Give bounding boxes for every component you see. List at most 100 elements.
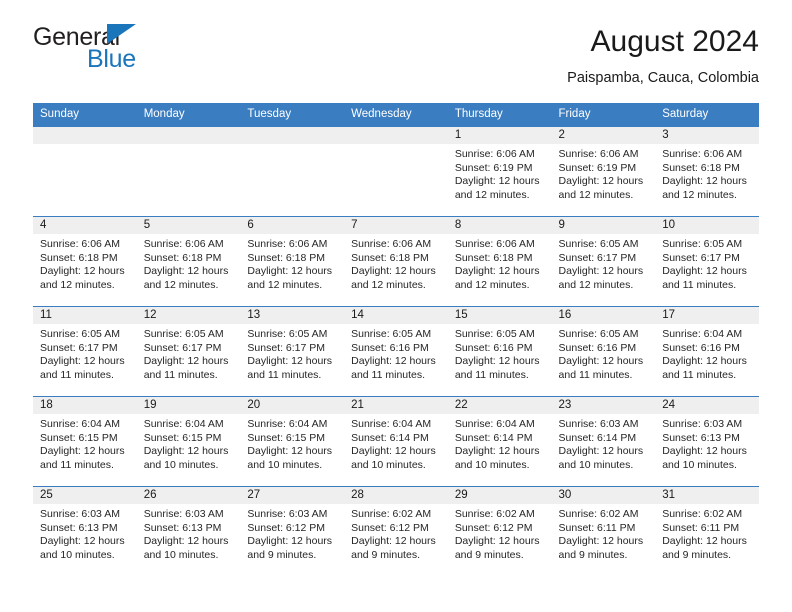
day-details: Sunrise: 6:06 AM Sunset: 6:18 PM Daylight:… (240, 234, 344, 292)
daylight-duration-line2: and 12 minutes. (558, 278, 634, 291)
daylight-duration-line2: and 9 minutes. (662, 548, 732, 561)
page-header: General Blue August 2024 Paispamba, Cauc… (33, 0, 759, 103)
day-details: Sunrise: 6:04 AM Sunset: 6:15 PM Daylight:… (240, 414, 344, 472)
day-number: 30 (551, 487, 656, 504)
sunrise-time: Sunrise: 6:02 AM (351, 508, 432, 520)
daylight-duration-line2: and 12 minutes. (558, 188, 634, 201)
daylight-duration-line1: Daylight: 12 hours (40, 265, 125, 278)
day-number: 24 (655, 397, 759, 414)
calendar-day-cell[interactable]: 28 Sunrise: 6:02 AM Sunset: 6:12 PM Dayligh… (344, 486, 448, 577)
daylight-duration-line2: and 11 minutes. (558, 368, 633, 381)
daylight-duration-line1: Daylight: 12 hours (351, 265, 436, 278)
daylight-duration-line2: and 11 minutes. (143, 368, 218, 381)
sunrise-time: Sunrise: 6:06 AM (351, 238, 432, 250)
calendar-day-cell[interactable]: 22 Sunrise: 6:04 AM Sunset: 6:14 PM Dayligh… (447, 396, 552, 487)
sunrise-time: Sunrise: 6:06 AM (558, 148, 639, 160)
sunset-time: Sunset: 6:16 PM (558, 341, 637, 354)
day-details: Sunrise: 6:05 AM Sunset: 6:17 PM Daylight:… (552, 234, 656, 292)
sunrise-time: Sunrise: 6:04 AM (351, 418, 432, 430)
calendar-day-cell[interactable]: 5 Sunrise: 6:06 AM Sunset: 6:18 PM Daylight… (136, 216, 241, 307)
sunrise-time: Sunrise: 6:03 AM (558, 418, 639, 430)
daylight-duration-line1: Daylight: 12 hours (558, 535, 644, 548)
daylight-duration-line2: and 10 minutes. (351, 458, 426, 471)
calendar-day-cell[interactable]: 2 Sunrise: 6:06 AM Sunset: 6:19 PM Daylight… (551, 126, 656, 217)
calendar-day-cell[interactable]: 9 Sunrise: 6:05 AM Sunset: 6:17 PM Daylight… (551, 216, 656, 307)
day-number: 3 (655, 127, 759, 144)
calendar-week-row: 1 Sunrise: 6:06 AM Sunset: 6:19 PM Daylight… (33, 126, 759, 217)
calendar-day-cell[interactable]: 13 Sunrise: 6:05 AM Sunset: 6:17 PM Dayligh… (240, 306, 345, 397)
day-number: 18 (33, 397, 137, 414)
daylight-duration-line2: and 12 minutes. (247, 278, 323, 291)
calendar-day-cell[interactable]: 6 Sunrise: 6:06 AM Sunset: 6:18 PM Daylight… (240, 216, 345, 307)
sunrise-time: Sunrise: 6:05 AM (558, 328, 639, 340)
sunset-time: Sunset: 6:18 PM (662, 161, 740, 174)
calendar-day-cell[interactable]: 8 Sunrise: 6:06 AM Sunset: 6:18 PM Daylight… (447, 216, 552, 307)
calendar-day-cell[interactable]: 15 Sunrise: 6:05 AM Sunset: 6:16 PM Dayligh… (447, 306, 552, 397)
calendar-day-cell[interactable]: 18 Sunrise: 6:04 AM Sunset: 6:15 PM Dayligh… (33, 396, 137, 487)
logo-general-blue[interactable]: General Blue (33, 23, 243, 79)
sunrise-time: Sunrise: 6:06 AM (662, 148, 743, 160)
calendar-week-row: 18 Sunrise: 6:04 AM Sunset: 6:15 PM Dayligh… (33, 396, 759, 487)
calendar-day-cell[interactable]: 17 Sunrise: 6:04 AM Sunset: 6:16 PM Dayligh… (655, 306, 759, 397)
sunset-time: Sunset: 6:15 PM (40, 431, 118, 444)
title-block: August 2024 Paispamba, Cauca, Colombia (567, 23, 759, 89)
calendar-day-cell[interactable]: 3 Sunrise: 6:06 AM Sunset: 6:18 PM Daylight… (655, 126, 759, 217)
sunset-time: Sunset: 6:17 PM (558, 251, 637, 264)
daylight-duration-line2: and 11 minutes. (662, 368, 737, 381)
day-details: Sunrise: 6:06 AM Sunset: 6:18 PM Daylight:… (344, 234, 448, 292)
day-number: 12 (136, 307, 241, 324)
daylight-duration-line2: and 11 minutes. (247, 368, 322, 381)
sunset-time: Sunset: 6:11 PM (662, 521, 740, 534)
sunrise-time: Sunrise: 6:04 AM (454, 418, 535, 430)
calendar-day-cell[interactable]: 12 Sunrise: 6:05 AM Sunset: 6:17 PM Dayligh… (136, 306, 241, 397)
calendar-day-cell[interactable]: 25 Sunrise: 6:03 AM Sunset: 6:13 PM Dayligh… (33, 486, 137, 577)
weekday-header-thursday: Thursday (447, 103, 552, 127)
calendar-day-cell[interactable]: 27 Sunrise: 6:03 AM Sunset: 6:12 PM Dayligh… (240, 486, 345, 577)
sunset-time: Sunset: 6:18 PM (40, 251, 118, 264)
sunrise-time: Sunrise: 6:06 AM (247, 238, 328, 250)
weekday-header-friday: Friday (551, 103, 656, 127)
daylight-duration-line2: and 9 minutes. (351, 548, 420, 561)
day-details: Sunrise: 6:02 AM Sunset: 6:12 PM Daylight:… (448, 504, 552, 562)
daylight-duration-line2: and 10 minutes. (454, 458, 530, 471)
daylight-duration-line2: and 10 minutes. (143, 548, 219, 561)
calendar-day-cell[interactable]: 29 Sunrise: 6:02 AM Sunset: 6:12 PM Dayligh… (447, 486, 552, 577)
calendar-day-cell[interactable]: 31 Sunrise: 6:02 AM Sunset: 6:11 PM Dayligh… (655, 486, 759, 577)
sunrise-time: Sunrise: 6:05 AM (40, 328, 120, 340)
calendar-day-cell[interactable]: 10 Sunrise: 6:05 AM Sunset: 6:17 PM Dayligh… (655, 216, 759, 307)
daylight-duration-line1: Daylight: 12 hours (662, 535, 747, 548)
sunrise-time: Sunrise: 6:05 AM (351, 328, 432, 340)
sunrise-time: Sunrise: 6:02 AM (454, 508, 535, 520)
calendar-day-cell[interactable]: 4 Sunrise: 6:06 AM Sunset: 6:18 PM Daylight… (33, 216, 137, 307)
daylight-duration-line1: Daylight: 12 hours (454, 445, 540, 458)
daylight-duration-line1: Daylight: 12 hours (247, 355, 333, 368)
calendar-day-cell[interactable]: 19 Sunrise: 6:04 AM Sunset: 6:15 PM Dayligh… (136, 396, 241, 487)
calendar-day-cell[interactable]: 14 Sunrise: 6:05 AM Sunset: 6:16 PM Dayligh… (344, 306, 448, 397)
day-number: 15 (447, 307, 552, 324)
day-details: Sunrise: 6:06 AM Sunset: 6:19 PM Daylight:… (552, 144, 656, 202)
daylight-duration-line1: Daylight: 12 hours (247, 445, 333, 458)
daylight-duration-line1: Daylight: 12 hours (558, 355, 644, 368)
calendar-day-cell[interactable]: 16 Sunrise: 6:05 AM Sunset: 6:16 PM Dayligh… (551, 306, 656, 397)
daylight-duration-line1: Daylight: 12 hours (40, 445, 125, 458)
calendar-day-cell[interactable]: 1 Sunrise: 6:06 AM Sunset: 6:19 PM Daylight… (447, 126, 552, 217)
calendar-day-cell[interactable]: 30 Sunrise: 6:02 AM Sunset: 6:11 PM Dayligh… (551, 486, 656, 577)
daylight-duration-line1: Daylight: 12 hours (662, 445, 747, 458)
calendar-week-row: 11 Sunrise: 6:05 AM Sunset: 6:17 PM Dayligh… (33, 306, 759, 397)
day-details: Sunrise: 6:05 AM Sunset: 6:16 PM Daylight:… (448, 324, 552, 382)
daylight-duration-line1: Daylight: 12 hours (143, 355, 229, 368)
calendar-day-cell[interactable]: 20 Sunrise: 6:04 AM Sunset: 6:15 PM Dayligh… (240, 396, 345, 487)
calendar-day-cell[interactable]: 23 Sunrise: 6:03 AM Sunset: 6:14 PM Dayligh… (551, 396, 656, 487)
weekday-header-row: Sunday Monday Tuesday Wednesday Thursday… (33, 103, 759, 127)
calendar-day-cell[interactable]: 21 Sunrise: 6:04 AM Sunset: 6:14 PM Dayligh… (344, 396, 448, 487)
daylight-duration-line1: Daylight: 12 hours (558, 175, 644, 188)
daylight-duration-line1: Daylight: 12 hours (558, 265, 644, 278)
sunset-time: Sunset: 6:18 PM (454, 251, 533, 264)
day-details: Sunrise: 6:04 AM Sunset: 6:14 PM Daylight:… (344, 414, 448, 472)
calendar-day-cell[interactable]: 24 Sunrise: 6:03 AM Sunset: 6:13 PM Dayligh… (655, 396, 759, 487)
day-number: 21 (344, 397, 448, 414)
calendar-day-cell[interactable]: 7 Sunrise: 6:06 AM Sunset: 6:18 PM Daylight… (344, 216, 448, 307)
calendar-day-cell[interactable]: 26 Sunrise: 6:03 AM Sunset: 6:13 PM Dayligh… (136, 486, 241, 577)
calendar-day-cell[interactable]: 11 Sunrise: 6:05 AM Sunset: 6:17 PM Dayligh… (33, 306, 137, 397)
sunrise-time: Sunrise: 6:05 AM (454, 328, 535, 340)
